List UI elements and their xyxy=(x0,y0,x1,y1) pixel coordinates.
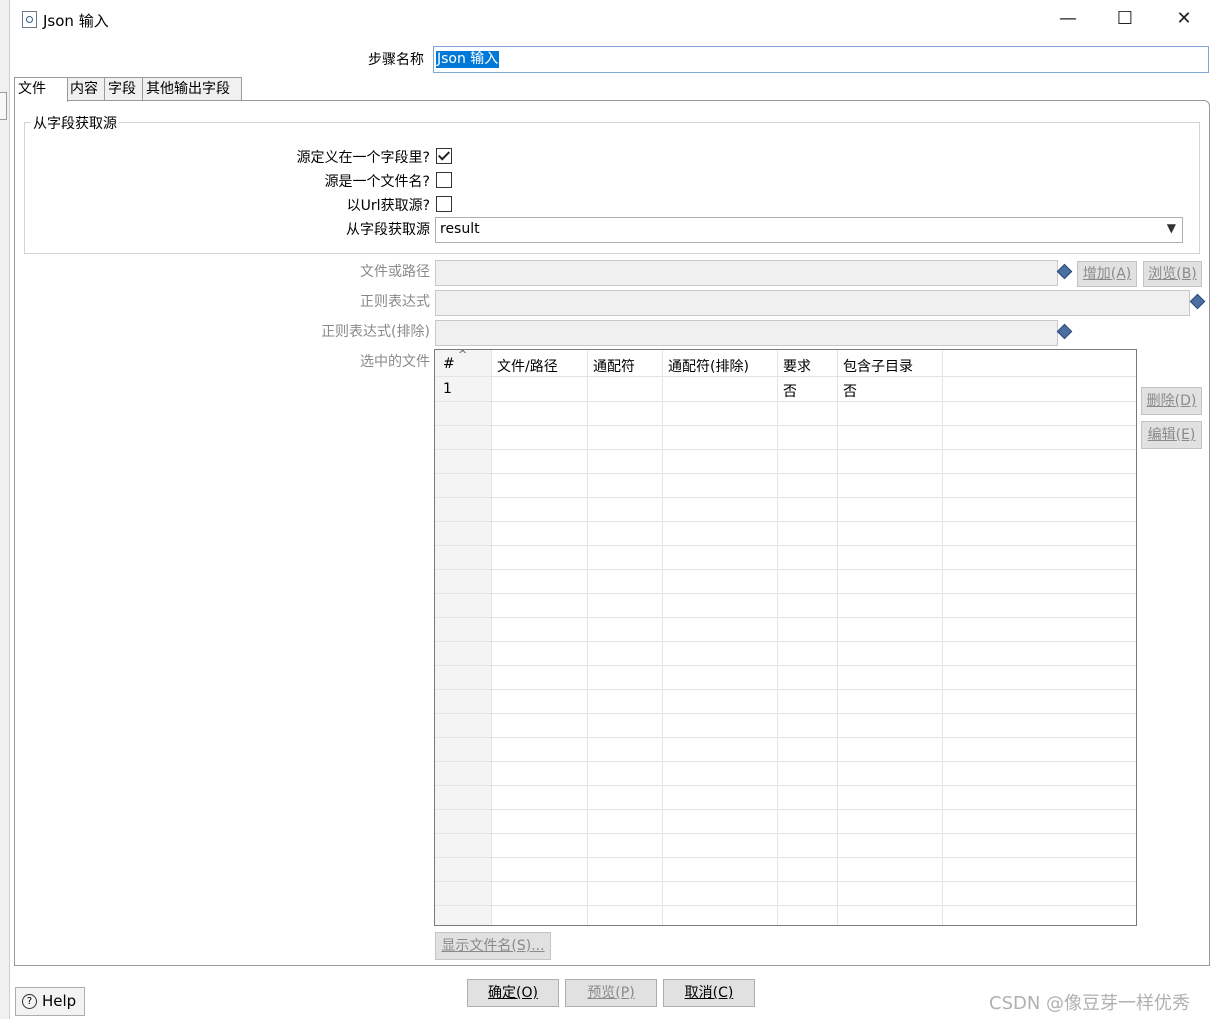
row-index: 1 xyxy=(443,381,452,397)
background-window-edge xyxy=(0,0,10,1019)
cell-required[interactable]: 否 xyxy=(783,381,797,401)
help-icon: ? xyxy=(22,994,37,1009)
table-row[interactable] xyxy=(435,401,1136,426)
file-or-dir-label: 文件或路径 xyxy=(360,264,430,280)
help-label: Help xyxy=(42,992,77,1010)
table-row[interactable] xyxy=(435,497,1136,522)
source-in-field-checkbox[interactable] xyxy=(436,148,452,164)
file-or-dir-input[interactable] xyxy=(435,260,1058,286)
table-row[interactable] xyxy=(435,449,1136,474)
show-filenames-button[interactable]: 显示文件名(S)... xyxy=(435,932,551,960)
table-row[interactable] xyxy=(435,737,1136,762)
table-row[interactable] xyxy=(435,665,1136,690)
source-is-filename-checkbox[interactable] xyxy=(436,172,452,188)
column-header-include-subfolders[interactable]: 包含子目录 xyxy=(843,356,913,376)
step-name-value: Json 输入 xyxy=(436,51,500,68)
title-bar xyxy=(10,0,1216,38)
table-row[interactable] xyxy=(435,425,1136,450)
table-row[interactable] xyxy=(435,689,1136,714)
sort-ascending-icon: ^ xyxy=(458,349,468,361)
field-select-value: result xyxy=(440,221,480,237)
table-row[interactable] xyxy=(435,857,1136,882)
tab-file[interactable]: 文件 xyxy=(14,77,68,102)
edit-button[interactable]: 编辑(E) xyxy=(1141,421,1202,449)
source-is-filename-label: 源是一个文件名? xyxy=(324,174,430,190)
selected-files-table[interactable]: # ^ 文件/路径 通配符 通配符(排除) 要求 包含子目录 1 否 否 xyxy=(434,349,1137,926)
selected-files-label: 选中的文件 xyxy=(360,354,430,370)
watermark: CSDN @像豆芽一样优秀 xyxy=(989,993,1191,1014)
table-row[interactable] xyxy=(435,569,1136,594)
column-divider xyxy=(777,350,778,925)
table-row[interactable] xyxy=(435,713,1136,738)
table-row[interactable] xyxy=(435,521,1136,546)
source-group-title: 从字段获取源 xyxy=(31,113,119,133)
regex-label: 正则表达式 xyxy=(360,294,430,310)
tab-fields[interactable]: 字段 xyxy=(104,77,144,100)
table-row[interactable] xyxy=(435,881,1136,906)
regex-input[interactable] xyxy=(435,290,1190,316)
column-header-required[interactable]: 要求 xyxy=(783,356,811,376)
table-row[interactable] xyxy=(435,593,1136,618)
add-button[interactable]: 增加(A) xyxy=(1077,261,1137,287)
tab-content[interactable]: 内容 xyxy=(66,77,106,100)
app-icon xyxy=(22,11,37,28)
chevron-down-icon: ▼ xyxy=(1166,221,1176,235)
ok-button[interactable]: 确定(O) xyxy=(467,979,559,1007)
cancel-button[interactable]: 取消(C) xyxy=(663,979,755,1007)
table-row[interactable] xyxy=(435,809,1136,834)
background-tab-notch xyxy=(0,92,7,120)
column-header-path[interactable]: 文件/路径 xyxy=(497,356,558,376)
source-from-url-checkbox[interactable] xyxy=(436,196,452,212)
window-title: Json 输入 xyxy=(43,12,109,30)
column-header-exclude-wildcard[interactable]: 通配符(排除) xyxy=(668,356,749,376)
table-row[interactable] xyxy=(435,617,1136,642)
help-button[interactable]: ? Help xyxy=(15,987,85,1016)
field-select-label: 从字段获取源 xyxy=(346,222,430,238)
preview-button[interactable]: 预览(P) xyxy=(565,979,657,1007)
step-name-input[interactable]: Json 输入 xyxy=(433,46,1209,73)
regex-exclude-input[interactable] xyxy=(435,320,1058,346)
regex-exclude-label: 正则表达式(排除) xyxy=(321,324,430,340)
table-row[interactable] xyxy=(435,473,1136,498)
column-divider xyxy=(587,350,588,925)
column-divider xyxy=(837,350,838,925)
table-row[interactable] xyxy=(435,761,1136,786)
tab-additional-output-fields[interactable]: 其他输出字段 xyxy=(142,77,242,100)
column-divider xyxy=(942,350,943,925)
column-divider xyxy=(662,350,663,925)
step-name-label: 步骤名称 xyxy=(368,52,424,68)
delete-button[interactable]: 删除(D) xyxy=(1141,387,1202,415)
browse-button[interactable]: 浏览(B) xyxy=(1143,261,1202,287)
column-header-index[interactable]: # xyxy=(443,356,455,372)
table-row[interactable] xyxy=(435,833,1136,858)
source-in-field-label: 源定义在一个字段里? xyxy=(296,150,430,166)
cell-include-subfolders[interactable]: 否 xyxy=(843,381,857,401)
minimize-button[interactable]: — xyxy=(1057,8,1079,30)
column-divider xyxy=(491,350,492,925)
table-row[interactable] xyxy=(435,545,1136,570)
field-select-dropdown[interactable]: result ▼ xyxy=(435,217,1183,243)
maximize-button[interactable]: ☐ xyxy=(1114,8,1136,30)
table-row[interactable] xyxy=(435,785,1136,810)
column-header-wildcard[interactable]: 通配符 xyxy=(593,356,635,376)
close-button[interactable]: ✕ xyxy=(1173,8,1195,30)
table-row[interactable] xyxy=(435,641,1136,666)
source-from-url-label: 以Url获取源? xyxy=(346,198,430,214)
